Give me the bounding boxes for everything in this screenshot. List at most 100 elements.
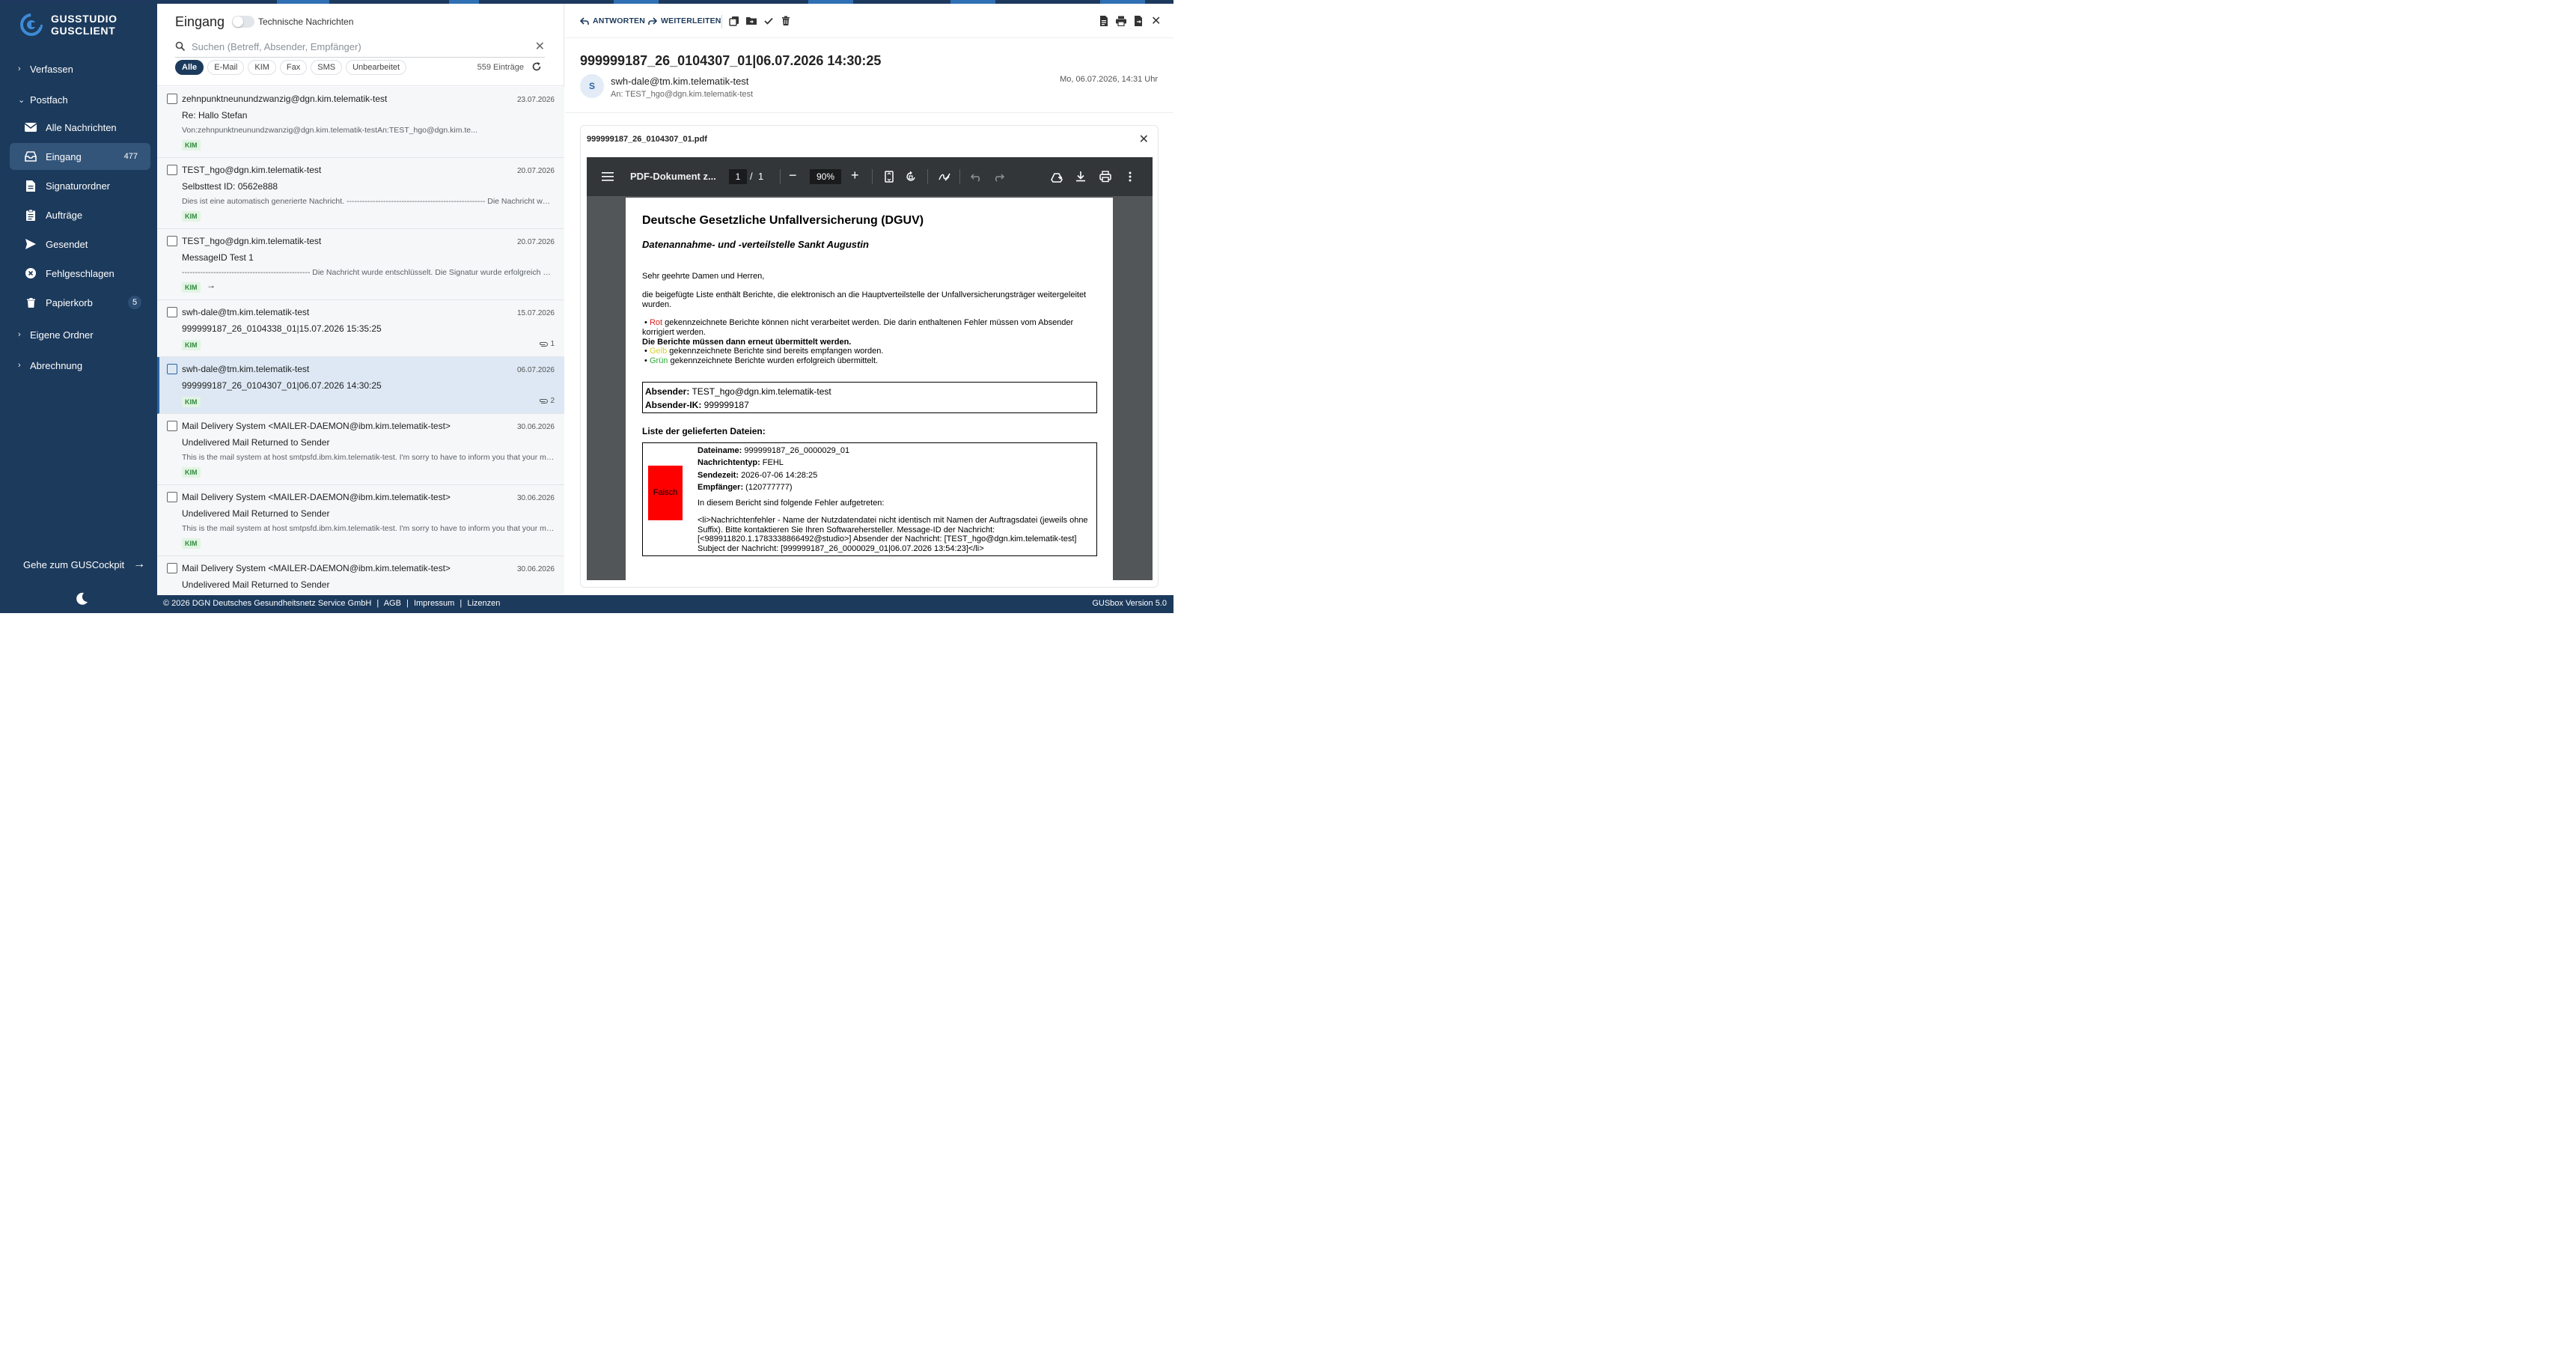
message-row[interactable]: Mail Delivery System <MAILER-DAEMON@ibm.… (157, 556, 564, 594)
sidebar-item-inbox[interactable]: Eingang 477 (10, 143, 150, 170)
message-row[interactable]: TEST_hgo@dgn.kim.telematik-test 20.07.20… (157, 229, 564, 300)
annotate-icon[interactable] (938, 170, 951, 183)
kim-tag: KIM (182, 282, 201, 293)
message-date: 23.07.2026 (516, 96, 555, 104)
reply-button[interactable]: ANTWORTEN (580, 16, 645, 25)
paperclip-icon (540, 398, 549, 404)
pdf-subheading: Datenannahme- und -verteilstelle Sankt A… (642, 239, 869, 250)
nav-section-label: Postfach (30, 94, 68, 106)
message-subject: 999999187_26_0104338_01|15.07.2026 15:35… (182, 323, 382, 334)
message-recipient: An: TEST_hgo@dgn.kim.telematik-test (611, 90, 754, 99)
forward-button[interactable]: WEITERLEITEN (647, 16, 721, 25)
sidebar-item-trash[interactable]: Papierkorb 5 (10, 289, 150, 316)
menu-icon[interactable] (602, 170, 614, 183)
fit-page-icon[interactable] (882, 170, 896, 183)
unread-count-badge: 477 (123, 152, 138, 161)
redo-icon[interactable] (992, 170, 1005, 183)
toggle-label: Technische Nachrichten (258, 16, 354, 27)
page-number-input[interactable]: 1 (729, 169, 747, 184)
technical-messages-toggle[interactable] (232, 16, 254, 28)
sidebar-item-failed[interactable]: Fehlgeschlagen (10, 260, 150, 287)
attachment-count: 2 (539, 397, 555, 405)
message-subject-heading: 999999187_26_0104307_01|06.07.2026 14:30… (580, 53, 882, 68)
impressum-link[interactable]: Impressum (414, 599, 454, 608)
message-checkbox[interactable] (167, 364, 177, 374)
message-row[interactable]: zehnpunktneunundzwanzig@dgn.kim.telemati… (157, 87, 564, 158)
filter-chip-sms[interactable]: SMS (311, 60, 343, 75)
kim-tag: KIM (182, 140, 201, 150)
message-date: 15.07.2026 (516, 309, 555, 317)
reply-icon (580, 17, 589, 25)
message-subject: MessageID Test 1 (182, 252, 254, 263)
delete-trash-icon[interactable] (781, 16, 791, 26)
message-row[interactable]: TEST_hgo@dgn.kim.telematik-test 20.07.20… (157, 158, 564, 229)
logo: GUSSTUDIO GUSCLIENT (19, 13, 117, 37)
pdf-file-time: 2026-07-06 14:28:25 (739, 471, 818, 480)
sidebar-item-sent[interactable]: Gesendet (10, 231, 150, 258)
zoom-out-icon[interactable]: − (789, 168, 797, 183)
nav-section-mailbox[interactable]: ⌄ Postfach (0, 88, 157, 111)
export-document-icon[interactable] (1133, 16, 1144, 26)
nav-section-compose[interactable]: › Verfassen (0, 58, 157, 80)
sidebar-item-signature-folder[interactable]: Signaturordner (10, 172, 150, 199)
print-icon[interactable] (1099, 170, 1112, 183)
message-checkbox[interactable] (167, 94, 177, 104)
clear-search-icon[interactable]: ✕ (535, 39, 545, 54)
save-to-drive-icon[interactable] (1050, 170, 1063, 183)
pdf-file-time-label: Sendezeit: (698, 471, 739, 480)
mark-done-check-icon[interactable] (763, 16, 774, 26)
message-date: 20.07.2026 (516, 167, 555, 175)
licenses-link[interactable]: Lizenzen (467, 599, 500, 608)
search-input[interactable] (192, 39, 521, 54)
footer-separator: | (406, 599, 409, 608)
message-preview: Von:zehnpunktneunundzwanzig@dgn.kim.tele… (182, 126, 477, 135)
refresh-icon[interactable] (531, 61, 542, 72)
message-row-selected[interactable]: swh-dale@tm.kim.telematik-test 06.07.202… (157, 357, 564, 414)
undo-icon[interactable] (970, 170, 983, 183)
message-checkbox[interactable] (167, 421, 177, 431)
nav-section-own-folders[interactable]: › Eigene Ordner (0, 323, 157, 346)
message-checkbox[interactable] (167, 307, 177, 317)
close-icon[interactable]: ✕ (1151, 13, 1162, 28)
print-icon[interactable] (1116, 16, 1126, 26)
document-icon[interactable] (1099, 16, 1109, 26)
message-row[interactable]: swh-dale@tm.kim.telematik-test 15.07.202… (157, 300, 564, 357)
filter-chip-all[interactable]: Alle (175, 60, 204, 75)
message-row[interactable]: Mail Delivery System <MAILER-DAEMON@ibm.… (157, 485, 564, 556)
attachment-count: 1 (539, 340, 555, 348)
message-date: 30.06.2026 (516, 423, 555, 431)
message-checkbox[interactable] (167, 236, 177, 246)
filter-chip-kim[interactable]: KIM (248, 60, 276, 75)
zoom-in-icon[interactable]: + (851, 168, 859, 183)
pdf-sender-box: Absender: TEST_hgo@dgn.kim.telematik-tes… (642, 382, 1097, 413)
message-row[interactable]: Mail Delivery System <MAILER-DAEMON@ibm.… (157, 414, 564, 485)
more-vertical-icon[interactable] (1123, 170, 1137, 183)
rotate-icon[interactable] (904, 170, 918, 183)
message-checkbox[interactable] (167, 492, 177, 502)
brand-line1: GUSSTUDIO (51, 13, 117, 25)
pdf-greeting: Sehr geehrte Damen und Herren, (642, 272, 765, 281)
download-icon[interactable] (1074, 170, 1087, 183)
dark-mode-moon-icon[interactable] (74, 591, 89, 606)
message-preview: This is the mail system at host smtpsfd.… (182, 524, 555, 533)
filter-chip-unprocessed[interactable]: Unbearbeitet (346, 60, 407, 75)
filter-chip-email[interactable]: E-Mail (207, 60, 245, 75)
copy-icon[interactable] (729, 16, 739, 26)
sidebar-item-orders[interactable]: Aufträge (10, 201, 150, 228)
close-attachment-icon[interactable]: ✕ (1139, 132, 1149, 147)
filter-chip-fax[interactable]: Fax (279, 60, 308, 75)
pdf-bullet-red: • Rot gekennzeichnete Berichte können ni… (642, 318, 1074, 337)
move-to-folder-icon[interactable] (746, 16, 757, 26)
sidebar-item-all-messages[interactable]: Alle Nachrichten (10, 114, 150, 141)
go-to-cockpit-link[interactable]: Gehe zum GUSCockpit → (23, 558, 145, 571)
message-checkbox[interactable] (167, 563, 177, 573)
message-checkbox[interactable] (167, 165, 177, 175)
paperclip-icon (540, 341, 549, 347)
attachment-preview: 999999187_26_0104307_01.pdf ✕ PDF-Dokume… (580, 125, 1159, 588)
nav-section-billing[interactable]: › Abrechnung (0, 354, 157, 377)
attachment-filename: 999999187_26_0104307_01.pdf (587, 135, 707, 144)
zoom-level-input[interactable]: 90% (810, 169, 841, 184)
status-badge: Falsch (648, 466, 683, 520)
pdf-green-word: Grün (649, 356, 668, 365)
agb-link[interactable]: AGB (384, 599, 401, 608)
